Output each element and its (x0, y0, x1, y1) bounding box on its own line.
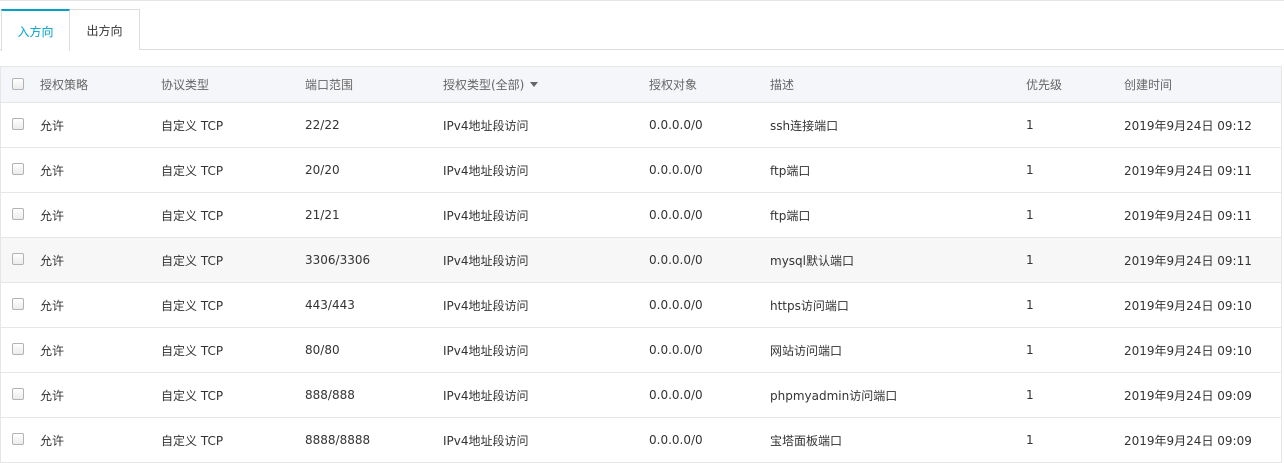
cell-description: ftp端口 (770, 208, 811, 223)
header-auth-object: 授权对象 (649, 78, 698, 92)
cell-auth-object: 0.0.0.0/0 (649, 298, 703, 312)
cell-priority: 1 (1026, 208, 1034, 222)
cell-policy: 允许 (40, 388, 65, 403)
cell-priority: 1 (1026, 118, 1034, 132)
row-checkbox[interactable] (12, 298, 24, 310)
cell-policy: 允许 (40, 208, 65, 223)
cell-policy: 允许 (40, 118, 65, 133)
cell-auth-type: IPv4地址段访问 (443, 163, 529, 178)
cell-policy: 允许 (40, 163, 65, 178)
direction-tabs: 入方向 出方向 (0, 9, 1284, 51)
cell-port-range: 22/22 (305, 118, 340, 132)
tab-inbound[interactable]: 入方向 (1, 9, 70, 51)
row-checkbox[interactable] (12, 253, 24, 265)
cell-auth-object: 0.0.0.0/0 (649, 388, 703, 402)
tab-outbound[interactable]: 出方向 (70, 9, 140, 50)
table-row: 允许 自定义 TCP 8888/8888 IPv4地址段访问 0.0.0.0/0… (1, 418, 1281, 463)
cell-created: 2019年9月24日 09:12 (1124, 118, 1252, 133)
cell-policy: 允许 (40, 343, 65, 358)
header-description: 描述 (770, 78, 795, 92)
select-all-checkbox[interactable] (12, 77, 24, 90)
cell-created: 2019年9月24日 09:11 (1124, 208, 1252, 223)
cell-priority: 1 (1026, 163, 1034, 177)
cell-port-range: 20/20 (305, 163, 340, 177)
cell-policy: 允许 (40, 253, 65, 268)
cell-port-range: 3306/3306 (305, 253, 371, 267)
header-priority: 优先级 (1026, 78, 1063, 92)
row-checkbox[interactable] (12, 343, 24, 355)
table-header: 授权策略 协议类型 端口范围 授权类型(全部) 授权对象 描述 优先级 创建时间 (1, 66, 1281, 103)
header-auth-type-label[interactable]: 授权类型(全部) (443, 76, 524, 93)
cell-auth-object: 0.0.0.0/0 (649, 208, 703, 222)
cell-description: ssh连接端口 (770, 118, 839, 133)
header-auth-type[interactable]: 授权类型(全部) (443, 67, 539, 102)
cell-created: 2019年9月24日 09:10 (1124, 343, 1252, 358)
cell-priority: 1 (1026, 388, 1034, 402)
cell-protocol: 自定义 TCP (161, 433, 224, 448)
cell-auth-object: 0.0.0.0/0 (649, 343, 703, 357)
cell-description: mysql默认端口 (770, 253, 854, 268)
row-checkbox[interactable] (12, 433, 24, 445)
cell-priority: 1 (1026, 253, 1034, 267)
cell-priority: 1 (1026, 433, 1034, 447)
cell-priority: 1 (1026, 298, 1034, 312)
cell-port-range: 8888/8888 (305, 433, 371, 447)
cell-auth-type: IPv4地址段访问 (443, 253, 529, 268)
table-row: 允许 自定义 TCP 888/888 IPv4地址段访问 0.0.0.0/0 p… (1, 373, 1281, 418)
cell-protocol: 自定义 TCP (161, 298, 224, 313)
row-checkbox[interactable] (12, 388, 24, 400)
cell-auth-type: IPv4地址段访问 (443, 208, 529, 223)
header-created: 创建时间 (1124, 78, 1173, 92)
header-port-range: 端口范围 (305, 78, 354, 92)
cell-priority: 1 (1026, 343, 1034, 357)
cell-created: 2019年9月24日 09:11 (1124, 253, 1252, 268)
cell-created: 2019年9月24日 09:11 (1124, 163, 1252, 178)
chevron-down-icon[interactable] (530, 82, 539, 87)
cell-port-range: 80/80 (305, 343, 340, 357)
security-rules-table: 授权策略 协议类型 端口范围 授权类型(全部) 授权对象 描述 优先级 创建时间… (0, 66, 1282, 463)
cell-auth-type: IPv4地址段访问 (443, 388, 529, 403)
cell-created: 2019年9月24日 09:09 (1124, 388, 1252, 403)
cell-created: 2019年9月24日 09:10 (1124, 298, 1252, 313)
table-row: 允许 自定义 TCP 443/443 IPv4地址段访问 0.0.0.0/0 h… (1, 283, 1281, 328)
cell-protocol: 自定义 TCP (161, 208, 224, 223)
cell-description: 宝塔面板端口 (770, 433, 843, 448)
cell-auth-type: IPv4地址段访问 (443, 343, 529, 358)
cell-protocol: 自定义 TCP (161, 253, 224, 268)
top-border (0, 0, 1284, 1)
cell-description: https访问端口 (770, 298, 849, 313)
row-checkbox[interactable] (12, 118, 24, 130)
table-row: 允许 自定义 TCP 3306/3306 IPv4地址段访问 0.0.0.0/0… (1, 238, 1281, 283)
cell-description: 网站访问端口 (770, 343, 843, 358)
cell-auth-type: IPv4地址段访问 (443, 118, 529, 133)
cell-created: 2019年9月24日 09:09 (1124, 433, 1252, 448)
cell-description: ftp端口 (770, 163, 811, 178)
table-row: 允许 自定义 TCP 22/22 IPv4地址段访问 0.0.0.0/0 ssh… (1, 103, 1281, 148)
cell-policy: 允许 (40, 298, 65, 313)
cell-protocol: 自定义 TCP (161, 388, 224, 403)
cell-protocol: 自定义 TCP (161, 118, 224, 133)
cell-port-range: 443/443 (305, 298, 355, 312)
cell-auth-type: IPv4地址段访问 (443, 298, 529, 313)
cell-port-range: 21/21 (305, 208, 340, 222)
table-row: 允许 自定义 TCP 20/20 IPv4地址段访问 0.0.0.0/0 ftp… (1, 148, 1281, 193)
cell-auth-object: 0.0.0.0/0 (649, 163, 703, 177)
cell-protocol: 自定义 TCP (161, 163, 224, 178)
cell-protocol: 自定义 TCP (161, 343, 224, 358)
row-checkbox[interactable] (12, 208, 24, 220)
cell-policy: 允许 (40, 433, 65, 448)
header-protocol: 协议类型 (161, 78, 210, 92)
cell-port-range: 888/888 (305, 388, 355, 402)
cell-auth-object: 0.0.0.0/0 (649, 433, 703, 447)
cell-auth-type: IPv4地址段访问 (443, 433, 529, 448)
table-row: 允许 自定义 TCP 80/80 IPv4地址段访问 0.0.0.0/0 网站访… (1, 328, 1281, 373)
cell-description: phpmyadmin访问端口 (770, 388, 898, 403)
cell-auth-object: 0.0.0.0/0 (649, 118, 703, 132)
table-row: 允许 自定义 TCP 21/21 IPv4地址段访问 0.0.0.0/0 ftp… (1, 193, 1281, 238)
header-policy: 授权策略 (40, 78, 89, 92)
row-checkbox[interactable] (12, 163, 24, 175)
cell-auth-object: 0.0.0.0/0 (649, 253, 703, 267)
